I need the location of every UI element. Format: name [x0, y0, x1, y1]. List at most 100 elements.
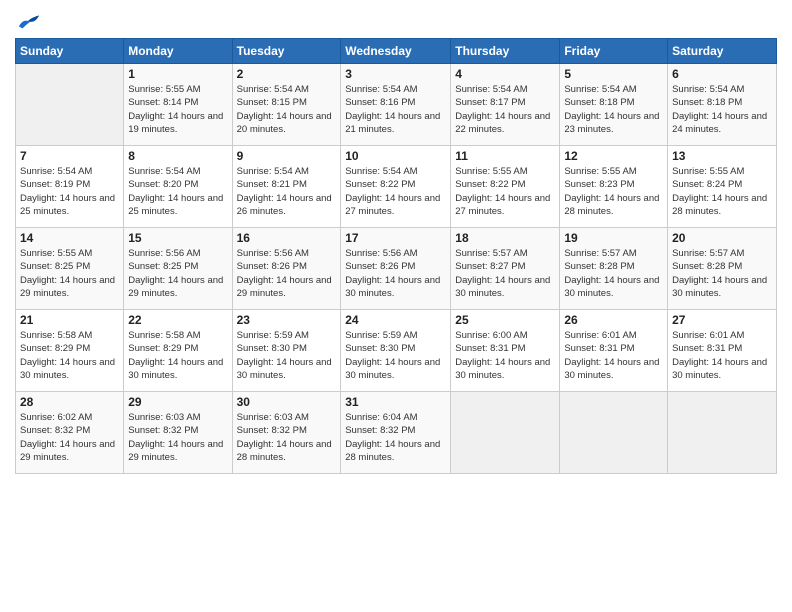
day-info: Sunrise: 5:58 AM Sunset: 8:29 PM Dayligh…	[128, 329, 227, 382]
day-info: Sunrise: 5:54 AM Sunset: 8:16 PM Dayligh…	[345, 83, 446, 136]
day-cell: 31 Sunrise: 6:04 AM Sunset: 8:32 PM Dayli…	[341, 392, 451, 474]
day-info: Sunrise: 5:55 AM Sunset: 8:14 PM Dayligh…	[128, 83, 227, 136]
day-number: 6	[672, 67, 772, 81]
logo-icon	[15, 10, 43, 32]
day-cell: 25 Sunrise: 6:00 AM Sunset: 8:31 PM Dayli…	[451, 310, 560, 392]
day-info: Sunrise: 5:54 AM Sunset: 8:21 PM Dayligh…	[237, 165, 337, 218]
day-cell: 21 Sunrise: 5:58 AM Sunset: 8:29 PM Dayli…	[16, 310, 124, 392]
weekday-header-sunday: Sunday	[16, 39, 124, 64]
day-number: 31	[345, 395, 446, 409]
day-cell: 26 Sunrise: 6:01 AM Sunset: 8:31 PM Dayli…	[560, 310, 668, 392]
day-number: 20	[672, 231, 772, 245]
day-info: Sunrise: 5:54 AM Sunset: 8:15 PM Dayligh…	[237, 83, 337, 136]
day-number: 9	[237, 149, 337, 163]
day-number: 13	[672, 149, 772, 163]
day-cell: 7 Sunrise: 5:54 AM Sunset: 8:19 PM Daylig…	[16, 146, 124, 228]
weekday-header-thursday: Thursday	[451, 39, 560, 64]
day-number: 3	[345, 67, 446, 81]
day-cell	[560, 392, 668, 474]
day-number: 8	[128, 149, 227, 163]
day-number: 22	[128, 313, 227, 327]
day-number: 5	[564, 67, 663, 81]
week-row-3: 21 Sunrise: 5:58 AM Sunset: 8:29 PM Dayli…	[16, 310, 777, 392]
day-cell	[668, 392, 777, 474]
day-cell: 8Sunrise: 5:54 AM Sunset: 8:20 PM Daylig…	[124, 146, 232, 228]
day-number: 17	[345, 231, 446, 245]
day-cell: 10 Sunrise: 5:54 AM Sunset: 8:22 PM Dayli…	[341, 146, 451, 228]
day-cell: 11 Sunrise: 5:55 AM Sunset: 8:22 PM Dayli…	[451, 146, 560, 228]
day-cell: 29Sunrise: 6:03 AM Sunset: 8:32 PM Dayli…	[124, 392, 232, 474]
day-cell: 20 Sunrise: 5:57 AM Sunset: 8:28 PM Dayli…	[668, 228, 777, 310]
day-info: Sunrise: 6:02 AM Sunset: 8:32 PM Dayligh…	[20, 411, 119, 464]
day-number: 10	[345, 149, 446, 163]
calendar-header: SundayMondayTuesdayWednesdayThursdayFrid…	[16, 39, 777, 64]
day-cell: 5 Sunrise: 5:54 AM Sunset: 8:18 PM Daylig…	[560, 64, 668, 146]
day-cell: 23 Sunrise: 5:59 AM Sunset: 8:30 PM Dayli…	[232, 310, 341, 392]
day-info: Sunrise: 5:55 AM Sunset: 8:24 PM Dayligh…	[672, 165, 772, 218]
day-info: Sunrise: 5:55 AM Sunset: 8:25 PM Dayligh…	[20, 247, 119, 300]
day-cell: 17Sunrise: 5:56 AM Sunset: 8:26 PM Dayli…	[341, 228, 451, 310]
day-info: Sunrise: 5:54 AM Sunset: 8:18 PM Dayligh…	[564, 83, 663, 136]
day-number: 26	[564, 313, 663, 327]
day-info: Sunrise: 5:54 AM Sunset: 8:22 PM Dayligh…	[345, 165, 446, 218]
calendar-table: SundayMondayTuesdayWednesdayThursdayFrid…	[15, 38, 777, 474]
day-number: 7	[20, 149, 119, 163]
day-number: 4	[455, 67, 555, 81]
day-cell: 30 Sunrise: 6:03 AM Sunset: 8:32 PM Dayli…	[232, 392, 341, 474]
day-cell: 14 Sunrise: 5:55 AM Sunset: 8:25 PM Dayli…	[16, 228, 124, 310]
day-info: Sunrise: 5:59 AM Sunset: 8:30 PM Dayligh…	[237, 329, 337, 382]
day-cell: 22 Sunrise: 5:58 AM Sunset: 8:29 PM Dayli…	[124, 310, 232, 392]
week-row-4: 28 Sunrise: 6:02 AM Sunset: 8:32 PM Dayli…	[16, 392, 777, 474]
day-number: 21	[20, 313, 119, 327]
day-cell: 27Sunrise: 6:01 AM Sunset: 8:31 PM Dayli…	[668, 310, 777, 392]
week-row-1: 7 Sunrise: 5:54 AM Sunset: 8:19 PM Daylig…	[16, 146, 777, 228]
day-info: Sunrise: 5:57 AM Sunset: 8:28 PM Dayligh…	[672, 247, 772, 300]
day-info: Sunrise: 5:57 AM Sunset: 8:28 PM Dayligh…	[564, 247, 663, 300]
day-info: Sunrise: 5:54 AM Sunset: 8:17 PM Dayligh…	[455, 83, 555, 136]
day-info: Sunrise: 6:04 AM Sunset: 8:32 PM Dayligh…	[345, 411, 446, 464]
day-info: Sunrise: 6:00 AM Sunset: 8:31 PM Dayligh…	[455, 329, 555, 382]
day-cell	[16, 64, 124, 146]
day-cell: 12 Sunrise: 5:55 AM Sunset: 8:23 PM Dayli…	[560, 146, 668, 228]
day-cell: 15Sunrise: 5:56 AM Sunset: 8:25 PM Dayli…	[124, 228, 232, 310]
weekday-header-tuesday: Tuesday	[232, 39, 341, 64]
weekday-row: SundayMondayTuesdayWednesdayThursdayFrid…	[16, 39, 777, 64]
day-cell: 1 Sunrise: 5:55 AM Sunset: 8:14 PM Daylig…	[124, 64, 232, 146]
day-cell: 9 Sunrise: 5:54 AM Sunset: 8:21 PM Daylig…	[232, 146, 341, 228]
weekday-header-monday: Monday	[124, 39, 232, 64]
day-info: Sunrise: 6:03 AM Sunset: 8:32 PM Dayligh…	[237, 411, 337, 464]
day-info: Sunrise: 5:54 AM Sunset: 8:18 PM Dayligh…	[672, 83, 772, 136]
weekday-header-wednesday: Wednesday	[341, 39, 451, 64]
day-number: 18	[455, 231, 555, 245]
day-number: 24	[345, 313, 446, 327]
day-number: 23	[237, 313, 337, 327]
day-cell: 24Sunrise: 5:59 AM Sunset: 8:30 PM Dayli…	[341, 310, 451, 392]
day-info: Sunrise: 5:56 AM Sunset: 8:25 PM Dayligh…	[128, 247, 227, 300]
day-info: Sunrise: 5:55 AM Sunset: 8:23 PM Dayligh…	[564, 165, 663, 218]
day-cell: 2Sunrise: 5:54 AM Sunset: 8:15 PM Daylig…	[232, 64, 341, 146]
day-number: 28	[20, 395, 119, 409]
day-number: 12	[564, 149, 663, 163]
day-cell: 18 Sunrise: 5:57 AM Sunset: 8:27 PM Dayli…	[451, 228, 560, 310]
day-info: Sunrise: 5:55 AM Sunset: 8:22 PM Dayligh…	[455, 165, 555, 218]
day-cell	[451, 392, 560, 474]
day-cell: 4 Sunrise: 5:54 AM Sunset: 8:17 PM Daylig…	[451, 64, 560, 146]
day-cell: 16Sunrise: 5:56 AM Sunset: 8:26 PM Dayli…	[232, 228, 341, 310]
day-info: Sunrise: 5:57 AM Sunset: 8:27 PM Dayligh…	[455, 247, 555, 300]
day-cell: 19Sunrise: 5:57 AM Sunset: 8:28 PM Dayli…	[560, 228, 668, 310]
day-info: Sunrise: 5:58 AM Sunset: 8:29 PM Dayligh…	[20, 329, 119, 382]
day-number: 14	[20, 231, 119, 245]
day-number: 25	[455, 313, 555, 327]
header	[15, 10, 777, 32]
day-number: 16	[237, 231, 337, 245]
day-info: Sunrise: 6:03 AM Sunset: 8:32 PM Dayligh…	[128, 411, 227, 464]
week-row-2: 14 Sunrise: 5:55 AM Sunset: 8:25 PM Dayli…	[16, 228, 777, 310]
logo	[15, 10, 45, 32]
day-number: 27	[672, 313, 772, 327]
day-number: 1	[128, 67, 227, 81]
day-number: 11	[455, 149, 555, 163]
day-info: Sunrise: 5:54 AM Sunset: 8:19 PM Dayligh…	[20, 165, 119, 218]
weekday-header-saturday: Saturday	[668, 39, 777, 64]
day-number: 30	[237, 395, 337, 409]
day-info: Sunrise: 6:01 AM Sunset: 8:31 PM Dayligh…	[564, 329, 663, 382]
